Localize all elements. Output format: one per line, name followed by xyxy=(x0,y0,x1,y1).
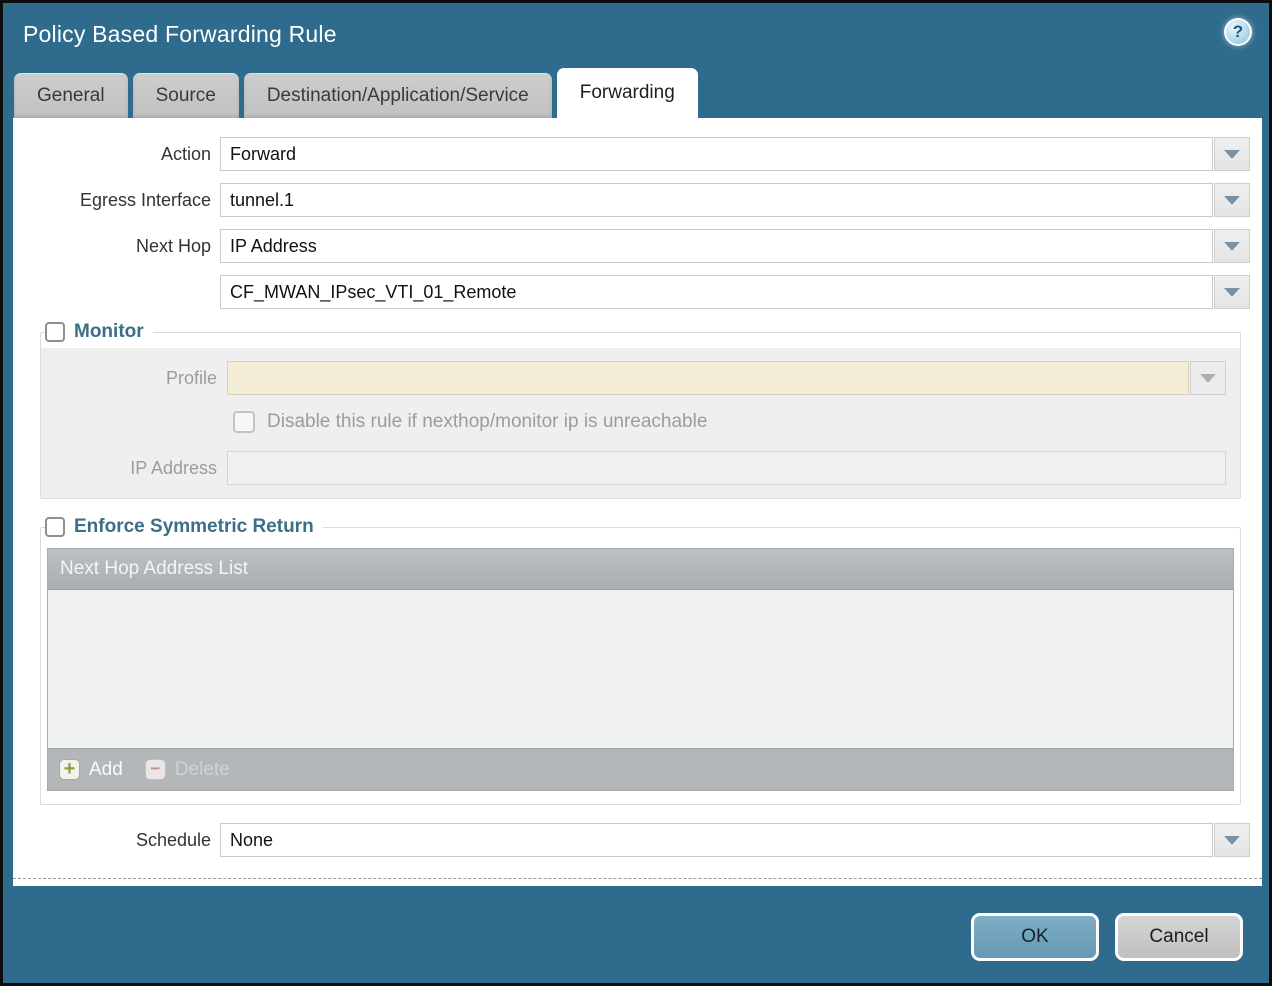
next-hop-address-input[interactable] xyxy=(220,275,1213,309)
monitor-ip-address-row: IP Address xyxy=(41,451,1226,485)
next-hop-address-row xyxy=(13,275,1250,309)
delete-button: Delete xyxy=(145,759,230,781)
tab-bar: General Source Destination/Application/S… xyxy=(3,68,1269,118)
help-icon[interactable] xyxy=(1224,18,1252,46)
next-hop-label: Next Hop xyxy=(13,229,211,263)
monitor-body: Profile Disable this rule if nexthop/mon… xyxy=(41,348,1240,498)
disable-rule-label: Disable this rule if nexthop/monitor ip … xyxy=(267,411,707,433)
form-bottom-separator xyxy=(13,878,1262,879)
action-label: Action xyxy=(13,137,211,171)
cancel-button[interactable]: Cancel xyxy=(1115,913,1243,961)
policy-based-forwarding-dialog: Policy Based Forwarding Rule General Sou… xyxy=(0,0,1272,986)
tab-destination-application-service[interactable]: Destination/Application/Service xyxy=(244,73,552,118)
schedule-row: Schedule xyxy=(13,823,1250,857)
next-hop-address-list-body xyxy=(48,590,1233,748)
monitor-legend-label: Monitor xyxy=(74,321,144,343)
egress-interface-input[interactable] xyxy=(220,183,1213,217)
chevron-down-icon xyxy=(1224,196,1240,205)
schedule-label: Schedule xyxy=(13,823,211,857)
next-hop-address-list-toolbar: Add Delete xyxy=(48,748,1233,790)
next-hop-address-list-table: Next Hop Address List Add Delete xyxy=(47,548,1234,791)
disable-rule-checkbox xyxy=(233,411,255,433)
dialog-footer-buttons: OK Cancel xyxy=(971,913,1243,961)
chevron-down-icon xyxy=(1224,242,1240,251)
delete-button-label: Delete xyxy=(175,759,230,781)
monitor-ip-address-label: IP Address xyxy=(41,451,217,485)
next-hop-address-list-header: Next Hop Address List xyxy=(48,549,1233,590)
egress-interface-label: Egress Interface xyxy=(13,183,211,217)
monitor-legend: Monitor xyxy=(45,321,153,343)
action-dropdown-button[interactable] xyxy=(1214,137,1250,171)
enforce-symmetric-return-fieldset: Enforce Symmetric Return Next Hop Addres… xyxy=(40,516,1241,805)
ok-button[interactable]: OK xyxy=(971,913,1099,961)
tab-source[interactable]: Source xyxy=(133,73,239,118)
tab-general[interactable]: General xyxy=(14,73,128,118)
egress-interface-row: Egress Interface xyxy=(13,183,1250,217)
enforce-symmetric-return-checkbox[interactable] xyxy=(45,517,65,537)
chevron-down-icon xyxy=(1224,836,1240,845)
monitor-ip-address-input xyxy=(227,451,1226,485)
add-button-label: Add xyxy=(89,759,123,781)
chevron-down-icon xyxy=(1224,288,1240,297)
add-button[interactable]: Add xyxy=(59,759,123,781)
next-hop-type-dropdown-button[interactable] xyxy=(1214,229,1250,263)
chevron-down-icon xyxy=(1200,374,1216,383)
action-input[interactable] xyxy=(220,137,1213,171)
profile-label: Profile xyxy=(41,361,217,395)
tab-forwarding[interactable]: Forwarding xyxy=(557,68,698,118)
forwarding-tab-panel: Action Egress Interface Next Hop xyxy=(13,118,1262,886)
minus-icon xyxy=(145,759,166,780)
next-hop-row: Next Hop xyxy=(13,229,1250,263)
profile-dropdown-button xyxy=(1190,361,1226,395)
monitor-checkbox[interactable] xyxy=(45,322,65,342)
plus-icon xyxy=(59,759,80,780)
next-hop-address-dropdown-button[interactable] xyxy=(1214,275,1250,309)
profile-input xyxy=(227,361,1189,395)
schedule-input[interactable] xyxy=(220,823,1213,857)
profile-row: Profile xyxy=(41,361,1226,395)
next-hop-type-input[interactable] xyxy=(220,229,1213,263)
schedule-dropdown-button[interactable] xyxy=(1214,823,1250,857)
monitor-fieldset: Monitor Profile Disable this rule if nex… xyxy=(40,321,1241,499)
enforce-symmetric-return-legend: Enforce Symmetric Return xyxy=(45,516,323,538)
action-row: Action xyxy=(13,137,1250,171)
egress-interface-dropdown-button[interactable] xyxy=(1214,183,1250,217)
enforce-symmetric-return-legend-label: Enforce Symmetric Return xyxy=(74,516,314,538)
chevron-down-icon xyxy=(1224,150,1240,159)
dialog-titlebar: Policy Based Forwarding Rule xyxy=(3,3,1269,68)
dialog-title: Policy Based Forwarding Rule xyxy=(23,21,337,48)
disable-rule-row: Disable this rule if nexthop/monitor ip … xyxy=(233,411,1226,433)
